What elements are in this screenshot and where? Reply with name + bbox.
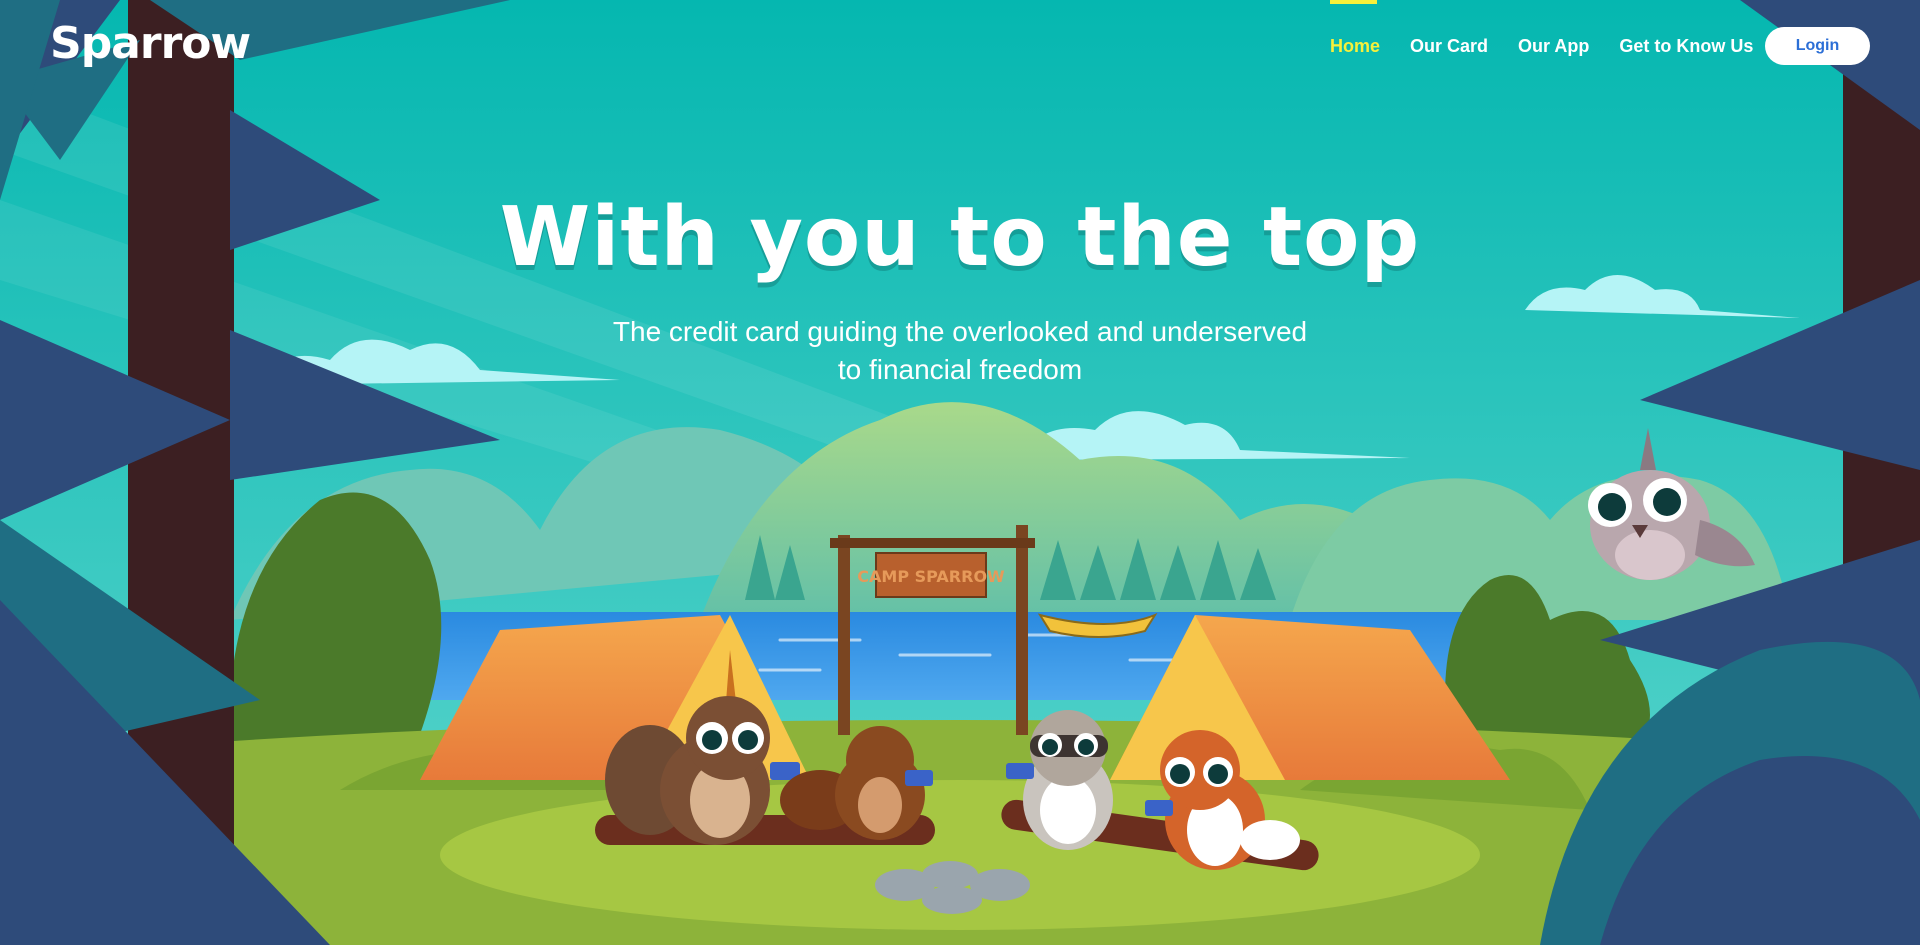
nav-home[interactable]: Home <box>1330 36 1380 57</box>
nav-get-to-know-us[interactable]: Get to Know Us <box>1619 36 1753 57</box>
hero-subtitle: The credit card guiding the overlooked a… <box>612 316 1308 385</box>
camp-sign-text: CAMP SPARROW <box>857 567 1005 586</box>
nav-our-card[interactable]: Our Card <box>1410 36 1488 57</box>
active-nav-indicator <box>1330 0 1377 4</box>
hero-title: With you to the top <box>499 190 1421 285</box>
sparrow-logo[interactable]: Sparrow <box>50 18 251 69</box>
camp-scene-illustration: CAMP SPARROW <box>0 0 1920 945</box>
nav-our-app[interactable]: Our App <box>1518 36 1589 57</box>
login-button[interactable]: Login <box>1765 27 1870 65</box>
main-nav: Home Our Card Our App Get to Know Us <box>1330 36 1753 57</box>
